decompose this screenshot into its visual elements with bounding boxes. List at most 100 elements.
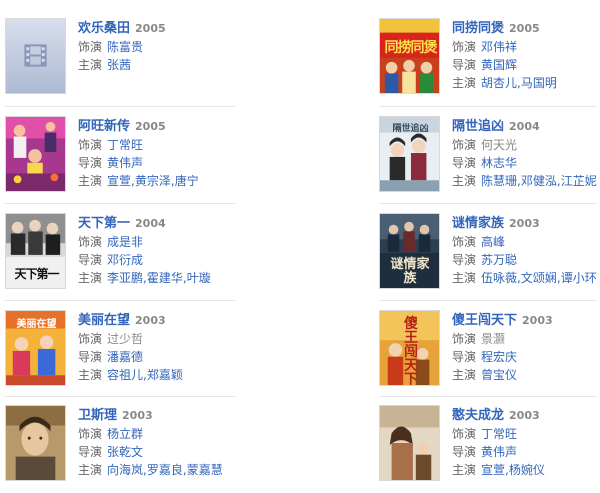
role-name[interactable]: 杨立群 xyxy=(107,427,143,441)
role-label: 饰演 xyxy=(78,40,103,54)
actor-link[interactable]: 叶璇 xyxy=(187,271,211,285)
director-label: 导演 xyxy=(452,156,477,170)
actor-link[interactable]: 马国明 xyxy=(521,76,557,90)
film-reel-icon xyxy=(24,44,47,67)
row-divider xyxy=(5,396,235,397)
director-label: 导演 xyxy=(452,350,477,364)
actor-link[interactable]: 容祖儿 xyxy=(107,368,143,382)
actor-link[interactable]: 伍咏薇 xyxy=(481,271,517,285)
actor-link[interactable]: 陈慧珊 xyxy=(481,174,517,188)
actor-link[interactable]: 胡杏儿 xyxy=(481,76,517,90)
role-label: 饰演 xyxy=(452,138,477,152)
director-link[interactable]: 黄国辉 xyxy=(481,58,517,72)
actor-link[interactable]: 李亚鹏 xyxy=(107,271,143,285)
film-poster[interactable] xyxy=(5,405,66,481)
film-item: 傻王闯天下 傻王闯天下 2003 饰演 景灏 导演 程宏庆 主演 曾宝仪 xyxy=(379,310,600,392)
role-name[interactable]: 陈富贵 xyxy=(107,40,143,54)
film-title[interactable]: 欢乐桑田 xyxy=(78,21,130,36)
film-title[interactable]: 天下第一 xyxy=(78,216,130,231)
film-poster[interactable]: 天下第一 xyxy=(5,213,66,289)
row-divider xyxy=(379,106,597,107)
film-info: 欢乐桑田 2005 饰演 陈富贵 主演 张茜 xyxy=(78,18,228,74)
starring-label: 主演 xyxy=(78,174,103,188)
actor-link[interactable]: 张茜 xyxy=(107,58,131,72)
film-year: 2004 xyxy=(509,120,540,133)
actor-link[interactable]: 宣萱 xyxy=(481,463,505,477)
actor-link[interactable]: 杨婉仪 xyxy=(509,463,545,477)
film-title[interactable]: 谜情家族 xyxy=(452,216,504,231)
role-name[interactable]: 成是非 xyxy=(107,235,143,249)
director-link[interactable]: 程宏庆 xyxy=(481,350,517,364)
actor-link[interactable]: 谭小环 xyxy=(561,271,597,285)
director-link[interactable]: 林志华 xyxy=(481,156,517,170)
poster-title: 美丽在望 xyxy=(16,319,57,330)
director-link[interactable]: 张乾文 xyxy=(107,445,143,459)
film-year: 2005 xyxy=(509,22,540,35)
role-name[interactable]: 邓伟祥 xyxy=(481,40,517,54)
film-item: 欢乐桑田 2005 饰演 陈富贵 主演 张茜 xyxy=(5,18,230,100)
row-divider xyxy=(5,300,235,301)
row-divider xyxy=(5,203,235,204)
director-link[interactable]: 邓衍成 xyxy=(107,253,143,267)
film-title[interactable]: 美丽在望 xyxy=(78,313,130,328)
film-title[interactable]: 阿旺新传 xyxy=(78,119,130,134)
film-title[interactable]: 卫斯理 xyxy=(78,408,117,423)
starring-label: 主演 xyxy=(78,463,103,477)
film-poster[interactable]: 谜情家族 xyxy=(379,213,440,289)
film-info: 卫斯理 2003 饰演 杨立群 导演 张乾文 主演 向海岚,罗嘉良,蒙嘉慧 xyxy=(78,405,228,479)
director-label: 导演 xyxy=(78,350,103,364)
starring-label: 主演 xyxy=(452,463,477,477)
film-poster[interactable] xyxy=(379,405,440,481)
actor-link[interactable]: 霍建华 xyxy=(147,271,183,285)
role-label: 饰演 xyxy=(452,235,477,249)
film-poster[interactable]: 同捞同煲 xyxy=(379,18,440,94)
film-item: 美丽在望 美丽在望 2003 饰演 过少哲 导演 潘嘉德 主演 容祖儿,郑嘉颖 xyxy=(5,310,230,392)
role-name[interactable]: 高峰 xyxy=(481,235,505,249)
film-year: 2005 xyxy=(135,22,166,35)
actor-link[interactable]: 唐宁 xyxy=(175,174,199,188)
actor-link[interactable]: 江芷妮 xyxy=(561,174,597,188)
film-poster[interactable] xyxy=(5,116,66,192)
actor-link[interactable]: 向海岚 xyxy=(107,463,143,477)
film-title[interactable]: 傻王闯天下 xyxy=(452,313,517,328)
actor-link[interactable]: 邓健泓 xyxy=(521,174,557,188)
director-label: 导演 xyxy=(452,58,477,72)
film-title[interactable]: 憨夫成龙 xyxy=(452,408,504,423)
director-link[interactable]: 黄伟声 xyxy=(481,445,517,459)
film-info: 美丽在望 2003 饰演 过少哲 导演 潘嘉德 主演 容祖儿,郑嘉颖 xyxy=(78,310,228,384)
role-name[interactable]: 丁常旺 xyxy=(107,138,143,152)
actor-link[interactable]: 曾宝仪 xyxy=(481,368,517,382)
role-name[interactable]: 丁常旺 xyxy=(481,427,517,441)
director-link[interactable]: 潘嘉德 xyxy=(107,350,143,364)
film-year: 2003 xyxy=(122,409,153,422)
director-link[interactable]: 黄伟声 xyxy=(107,156,143,170)
film-title[interactable]: 隔世追凶 xyxy=(452,119,504,134)
filmography-grid: 欢乐桑田 2005 饰演 陈富贵 主演 张茜 阿旺新传 2005 饰演 丁常旺 … xyxy=(0,0,600,493)
film-year: 2003 xyxy=(509,409,540,422)
actor-link[interactable]: 黄宗泽 xyxy=(135,174,171,188)
film-info: 同捞同煲 2005 饰演 邓伟祥 导演 黄国辉 主演 胡杏儿,马国明 xyxy=(452,18,600,92)
poster-title: 隔世追凶 xyxy=(392,124,429,134)
film-item: 隔世追凶 隔世追凶 2004 饰演 何天光 导演 林志华 主演 陈慧珊,邓健泓,江芷妮 xyxy=(379,116,600,198)
film-info: 阿旺新传 2005 饰演 丁常旺 导演 黄伟声 主演 宣萱,黄宗泽,唐宁 xyxy=(78,116,228,190)
role-label: 饰演 xyxy=(452,332,477,346)
film-poster[interactable]: 美丽在望 xyxy=(5,310,66,386)
film-title[interactable]: 同捞同煲 xyxy=(452,21,504,36)
starring-label: 主演 xyxy=(452,368,477,382)
film-year: 2005 xyxy=(135,120,166,133)
film-info: 谜情家族 2003 饰演 高峰 导演 苏万聪 主演 伍咏薇,文颂娴,谭小环 xyxy=(452,213,600,287)
poster-placeholder[interactable] xyxy=(5,18,66,94)
role-label: 饰演 xyxy=(78,332,103,346)
actor-link[interactable]: 宣萱 xyxy=(107,174,131,188)
film-poster[interactable]: 隔世追凶 xyxy=(379,116,440,192)
actor-link[interactable]: 文颂娴 xyxy=(521,271,557,285)
actor-link[interactable]: 郑嘉颖 xyxy=(147,368,183,382)
actor-link[interactable]: 蒙嘉慧 xyxy=(187,463,223,477)
film-year: 2003 xyxy=(522,314,553,327)
director-link[interactable]: 苏万聪 xyxy=(481,253,517,267)
film-year: 2003 xyxy=(509,217,540,230)
role-label: 饰演 xyxy=(452,40,477,54)
film-poster[interactable]: 傻王闯天下 xyxy=(379,310,440,386)
actor-link[interactable]: 罗嘉良 xyxy=(147,463,183,477)
director-label: 导演 xyxy=(78,156,103,170)
